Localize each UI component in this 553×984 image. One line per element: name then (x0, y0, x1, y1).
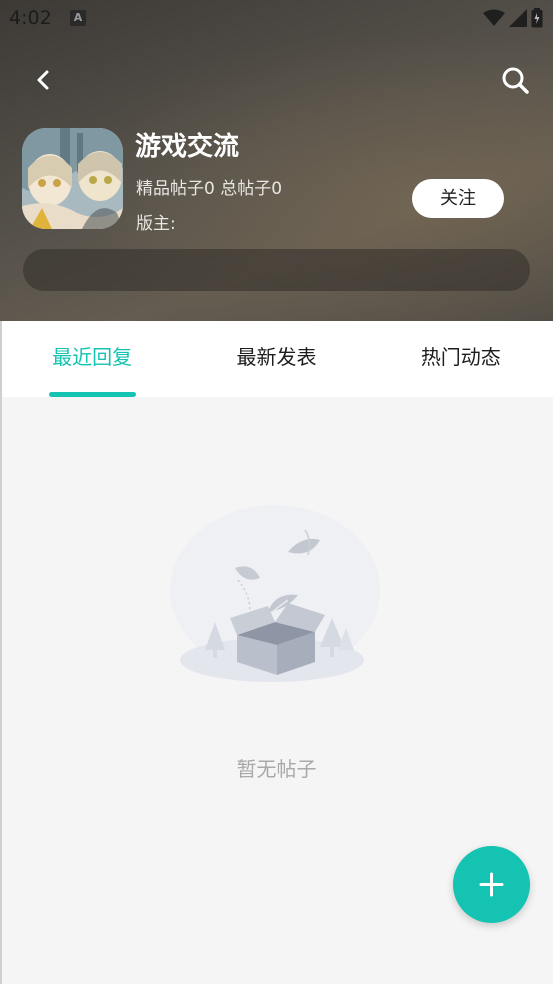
plus-icon (479, 872, 504, 897)
back-icon (37, 70, 49, 90)
tab-bar: 最近回复 最新发表 热门动态 (0, 321, 553, 397)
back-button[interactable] (28, 62, 60, 98)
a-notification-icon: A (70, 10, 86, 26)
forum-header: 4:02 A 游戏交流 精品帖子0 总帖子0 版主: 关注 (0, 0, 553, 321)
empty-box-icon (160, 500, 395, 710)
status-time: 4:02 (9, 7, 52, 29)
new-post-button[interactable] (453, 846, 530, 923)
search-icon (502, 67, 529, 94)
tab-latest-post[interactable]: 最新发表 (184, 321, 368, 397)
search-button[interactable] (496, 62, 536, 98)
battery-icon (531, 8, 543, 28)
forum-moderator: 版主: (136, 214, 176, 234)
tab-hot[interactable]: 热门动态 (369, 321, 553, 397)
empty-state-text: 暂无帖子 (236, 757, 317, 781)
follow-button[interactable]: 关注 (412, 179, 504, 218)
tab-indicator (49, 392, 136, 397)
forum-title: 游戏交流 (135, 132, 240, 162)
forum-avatar (22, 128, 123, 229)
left-divider (0, 321, 2, 984)
status-bar: 4:02 A (0, 0, 553, 36)
notice-bar[interactable] (23, 249, 530, 291)
forum-stats: 精品帖子0 总帖子0 (136, 179, 283, 199)
tab-recent-reply[interactable]: 最近回复 (0, 321, 184, 397)
wifi-icon (483, 9, 505, 26)
signal-icon (509, 9, 527, 27)
status-icons (483, 8, 543, 28)
